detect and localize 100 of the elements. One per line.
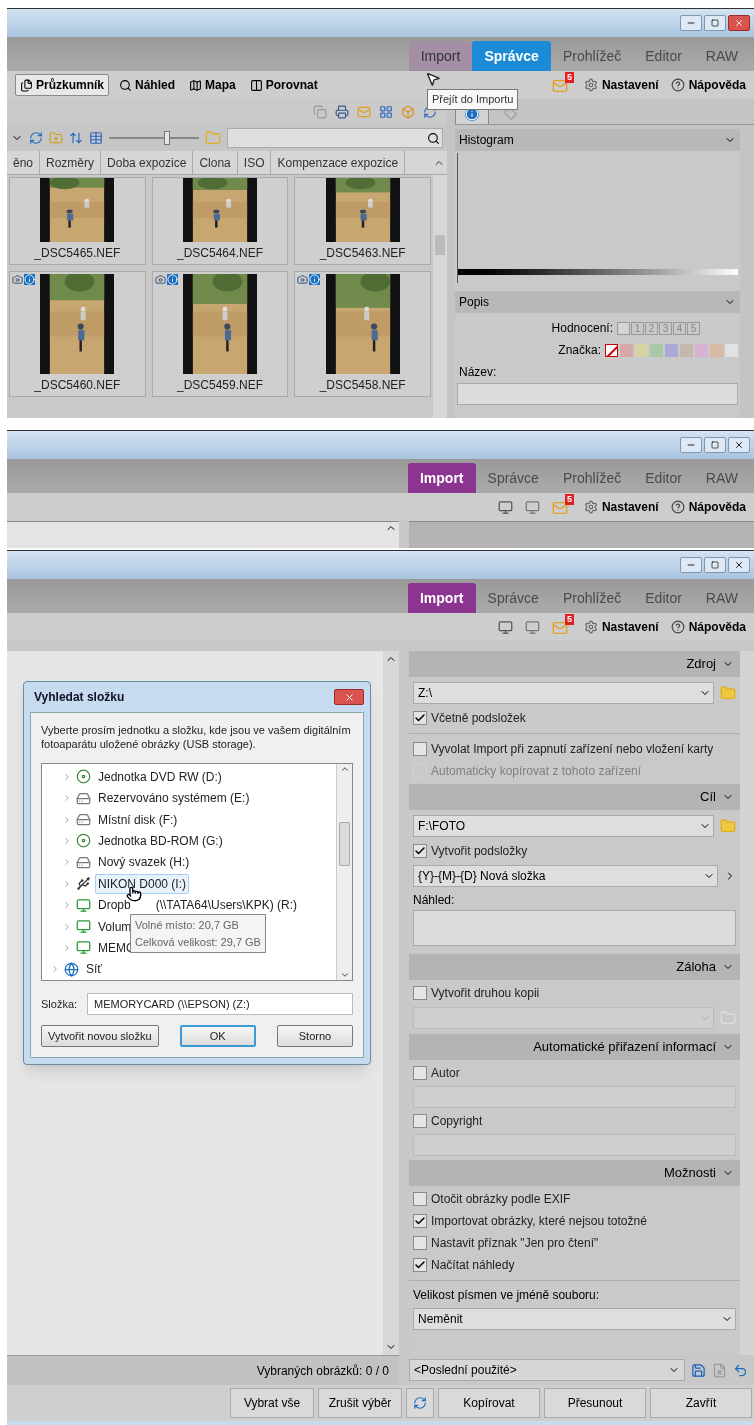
tag-swatch[interactable] [710, 343, 723, 357]
dialog-button[interactable]: OK [179, 1025, 256, 1047]
sort-icon[interactable] [69, 131, 83, 145]
module-tab[interactable]: Import [408, 463, 476, 493]
module-tab[interactable]: RAW [693, 41, 750, 71]
settings-button[interactable]: Nastavení [583, 618, 659, 636]
checkbox[interactable] [413, 1236, 427, 1250]
section-header[interactable]: Popis [455, 291, 740, 313]
monitor-icon[interactable] [497, 499, 513, 515]
action-button[interactable]: Zrušit výběr [318, 1388, 402, 1418]
checkbox[interactable] [413, 1258, 427, 1272]
section-header[interactable]: Zdroj [409, 651, 740, 677]
dropdown[interactable]: F:\FOTO [413, 815, 714, 837]
view-button[interactable]: Mapa [185, 74, 240, 96]
checkbox[interactable] [413, 742, 427, 756]
section-header[interactable]: Cíl [409, 784, 740, 810]
thumbnail-card[interactable]: _DSC5463.NEF [294, 177, 431, 265]
action-button[interactable]: Přesunout [544, 1388, 646, 1418]
view-button[interactable]: Průzkumník [15, 74, 109, 96]
module-tab[interactable]: Správce [472, 41, 551, 71]
section-header[interactable]: Možnosti [409, 1160, 740, 1186]
module-tab[interactable]: RAW [693, 583, 750, 613]
checkbox[interactable] [413, 1066, 427, 1080]
preset-dropdown[interactable]: <Poslední použité> [409, 1359, 685, 1381]
module-tab[interactable]: Editor [633, 41, 694, 71]
copy-icon[interactable] [313, 105, 327, 119]
help-button[interactable]: Nápověda [670, 618, 746, 636]
module-tab[interactable]: Prohlížeč [550, 41, 634, 71]
dropdown[interactable]: Z:\ [413, 682, 714, 704]
monitor-icon[interactable] [524, 619, 540, 635]
settings-button[interactable]: Nastavení [583, 76, 659, 94]
tag-swatch[interactable] [680, 343, 693, 357]
checkbox[interactable] [413, 1114, 427, 1128]
module-tab[interactable]: Editor [633, 583, 694, 613]
scrollbar-thumb[interactable] [339, 822, 350, 866]
column-header[interactable]: Clona [193, 151, 238, 174]
tree-item[interactable]: NIKON D000 (I:) [95, 873, 190, 894]
view-button[interactable]: Náhled [115, 74, 180, 96]
settings-button[interactable]: Nastavení [583, 498, 659, 516]
tree-item[interactable]: Místní disk (F:) [95, 809, 181, 830]
module-tab[interactable]: RAW [693, 463, 750, 493]
search-field[interactable] [227, 128, 443, 148]
no-tag-swatch[interactable] [605, 343, 618, 357]
checkbox[interactable] [413, 1192, 427, 1206]
column-header[interactable]: Rozměry [40, 151, 102, 174]
dialog-button[interactable]: Vytvořit novou složku [41, 1025, 159, 1047]
help-button[interactable]: Nápověda [670, 76, 746, 94]
tag-swatch[interactable] [635, 343, 648, 357]
refresh-button[interactable] [406, 1388, 434, 1418]
scrollbar-thumb[interactable] [435, 235, 445, 255]
tree-item[interactable]: Rezervováno systémem (E:) [95, 788, 253, 809]
checkbox[interactable] [413, 844, 427, 858]
tree-item[interactable]: Volum [95, 916, 135, 937]
thumbnail-card[interactable]: _DSC5464.NEF [151, 177, 289, 265]
monitor-icon[interactable] [497, 619, 513, 635]
print-icon[interactable] [335, 105, 349, 119]
undo-icon[interactable] [733, 1362, 748, 1378]
thumbnail-card[interactable]: _DSC5465.NEF [9, 177, 146, 265]
dropdown[interactable]: {Y}-{M}-{D} Nová složka [413, 865, 718, 887]
box-icon[interactable] [401, 105, 415, 119]
refresh-icon[interactable] [29, 131, 43, 145]
name-field[interactable] [457, 383, 738, 405]
minimize-button[interactable] [680, 557, 702, 573]
zoom-slider[interactable] [109, 131, 199, 145]
mail-icon[interactable] [357, 105, 371, 119]
tree-item[interactable]: Síť [83, 959, 105, 980]
tree-item[interactable]: Dropb [95, 895, 134, 916]
section-header[interactable]: Histogram [455, 129, 740, 151]
help-button[interactable]: Nápověda [670, 498, 746, 516]
scrollbar[interactable] [433, 175, 447, 418]
close-button[interactable] [728, 437, 750, 453]
clear-rating-button[interactable] [617, 321, 630, 335]
view-button[interactable]: Porovnat [245, 74, 322, 96]
delete-preset-icon[interactable] [712, 1362, 727, 1378]
minimize-button[interactable] [680, 15, 702, 31]
column-header[interactable]: Doba expozice [101, 151, 194, 174]
module-tab[interactable]: Správce [475, 583, 551, 613]
tag-swatch[interactable] [665, 343, 678, 357]
action-button[interactable]: Kopírovat [438, 1388, 540, 1418]
module-tab[interactable]: Prohlížeč [550, 463, 634, 493]
table-icon[interactable] [89, 131, 103, 145]
section-header[interactable]: Záloha [409, 954, 740, 980]
module-tab[interactable]: Import [408, 41, 473, 71]
grid-icon[interactable] [379, 105, 393, 119]
scroll-up-icon[interactable] [339, 764, 350, 774]
dropdown[interactable]: Neměnit [413, 1308, 736, 1330]
column-header[interactable]: ěno [7, 151, 41, 174]
refresh-icon[interactable] [423, 105, 437, 119]
module-tab[interactable]: Prohlížeč [550, 583, 634, 613]
minimize-button[interactable] [680, 437, 702, 453]
checkbox[interactable] [413, 711, 427, 725]
thumbnail-card[interactable]: _DSC5459.NEF [151, 271, 289, 397]
section-header[interactable]: Automatické přiřazení informací [409, 1034, 740, 1060]
tag-swatch[interactable] [650, 343, 663, 357]
close-button[interactable] [728, 557, 750, 573]
tree-item[interactable]: Nový svazek (H:) [95, 852, 193, 873]
tag-swatch[interactable] [620, 343, 633, 357]
checkbox[interactable] [413, 1214, 427, 1228]
module-tab[interactable]: Správce [475, 463, 551, 493]
folder-field[interactable]: MEMORYCARD (\\EPSON) (Z:) [87, 993, 353, 1015]
